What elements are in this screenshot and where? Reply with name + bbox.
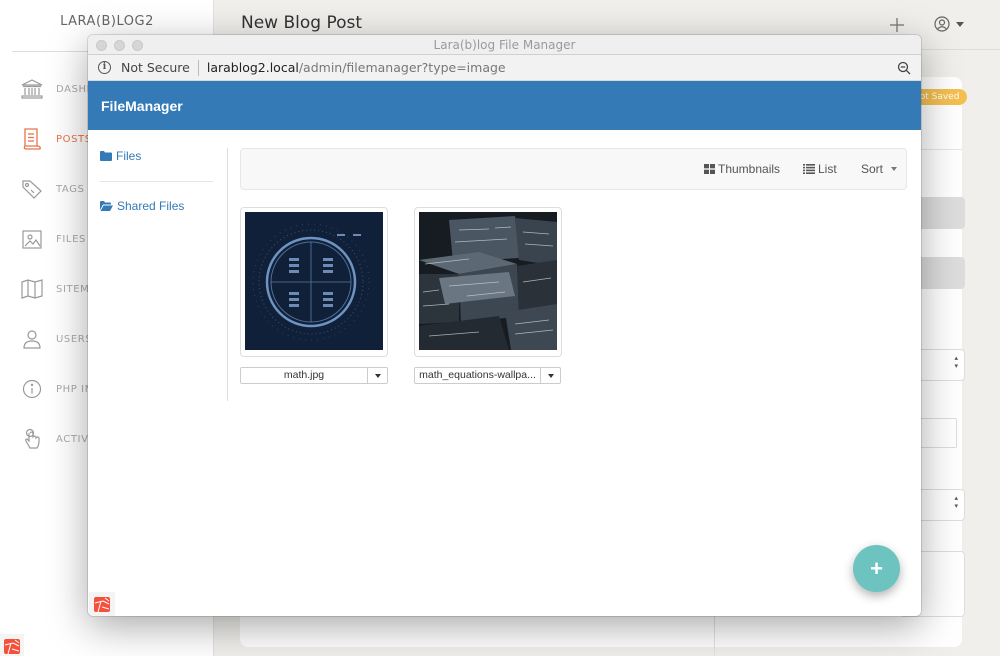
file-actions-toggle[interactable]: [540, 368, 560, 383]
sidebar-item-dashboard[interactable]: DASHB: [20, 74, 94, 104]
file-image-math-equations: [419, 212, 557, 350]
info-icon: [20, 377, 44, 401]
sidebar-item-label: ACTIVI: [56, 434, 92, 445]
add-new-button[interactable]: [890, 14, 904, 36]
chevron-down-icon: [548, 374, 554, 378]
sidebar-item-label: TAGS: [56, 184, 85, 195]
page-title: New Blog Post: [241, 13, 362, 33]
window-title: Lara(b)log File Manager: [88, 38, 921, 52]
sort-dropdown[interactable]: Sort: [861, 162, 897, 176]
app-brand: LARA(B)LOG2: [0, 14, 214, 29]
sort-label: Sort: [861, 162, 883, 176]
file-thumbnail[interactable]: [240, 207, 388, 357]
filemanager-brand: FileManager: [101, 98, 183, 114]
view-toolbar: Thumbnails List Sort: [240, 148, 907, 190]
zoom-out-icon[interactable]: [897, 61, 911, 78]
sidebar-item-tags[interactable]: TAGS: [20, 174, 85, 204]
plus-icon: +: [870, 556, 883, 581]
laravel-debugbar-logo[interactable]: [89, 592, 115, 616]
info-icon[interactable]: i: [98, 61, 111, 74]
list-label: List: [818, 162, 837, 176]
sidebar-item-posts[interactable]: POSTS: [20, 124, 92, 154]
list-view-button[interactable]: List: [803, 162, 837, 176]
sidebar-item-label: FILES: [56, 234, 86, 245]
bank-icon: [20, 77, 44, 101]
plus-icon: [890, 18, 904, 32]
user-icon: [20, 327, 44, 351]
tag-icon: [20, 177, 44, 201]
sidebar-item-php-info[interactable]: PHP IN: [20, 374, 93, 404]
content-divider: [227, 148, 228, 401]
image-icon: [20, 227, 44, 251]
url-path: /admin/filemanager?type=image: [299, 60, 506, 75]
security-label: Not Secure: [121, 60, 190, 75]
file-image-math: [245, 212, 383, 350]
file-name-label: math.jpg: [241, 368, 367, 383]
chevron-down-icon: [956, 22, 964, 27]
document-icon: [20, 127, 44, 151]
file-name-dropdown[interactable]: math_equations-wallpa...: [414, 367, 561, 384]
window-titlebar[interactable]: Lara(b)log File Manager: [88, 35, 921, 55]
map-icon: [20, 277, 44, 301]
thumbnails-view-button[interactable]: Thumbnails: [704, 162, 780, 176]
file-actions-toggle[interactable]: [367, 368, 387, 383]
nav-files-label: Files: [116, 149, 141, 163]
sidebar-item-label: POSTS: [56, 134, 92, 145]
list-icon: [803, 164, 815, 174]
chevron-down-icon: [375, 374, 381, 378]
nav-shared-files-link[interactable]: Shared Files: [100, 199, 184, 213]
user-menu[interactable]: [934, 16, 964, 32]
folder-icon: [100, 151, 112, 161]
user-circle-icon: [934, 16, 950, 32]
laravel-debugbar-logo[interactable]: [0, 634, 24, 656]
file-thumbnail[interactable]: [414, 207, 562, 357]
sidebar-item-label: USERS: [56, 334, 92, 345]
url-host: larablog2.local: [207, 60, 299, 75]
address-bar[interactable]: i Not Secure larablog2.local/admin/filem…: [88, 55, 921, 81]
file-name-label: math_equations-wallpa...: [415, 368, 540, 383]
nav-files-link[interactable]: Files: [100, 149, 141, 163]
chevron-down-icon: [891, 167, 897, 171]
filemanager-navbar: FileManager: [88, 81, 921, 130]
thumbnails-label: Thumbnails: [718, 162, 780, 176]
upload-fab-button[interactable]: +: [853, 545, 900, 592]
folder-open-icon: [100, 201, 113, 211]
sidebar-item-users[interactable]: USERS: [20, 324, 92, 354]
hand-pointer-icon: [20, 427, 44, 451]
nav-shared-files-label: Shared Files: [117, 199, 184, 213]
sidebar-item-activity[interactable]: ACTIVI: [20, 424, 92, 454]
address-separator: [198, 60, 199, 76]
sidebar-item-sitemap[interactable]: SITEMA: [20, 274, 97, 304]
grid-icon: [704, 164, 715, 174]
file-manager-window: Lara(b)log File Manager i Not Secure lar…: [88, 35, 921, 616]
sidebar-item-files[interactable]: FILES: [20, 224, 86, 254]
file-name-dropdown[interactable]: math.jpg: [240, 367, 388, 384]
nav-divider: [100, 181, 213, 182]
